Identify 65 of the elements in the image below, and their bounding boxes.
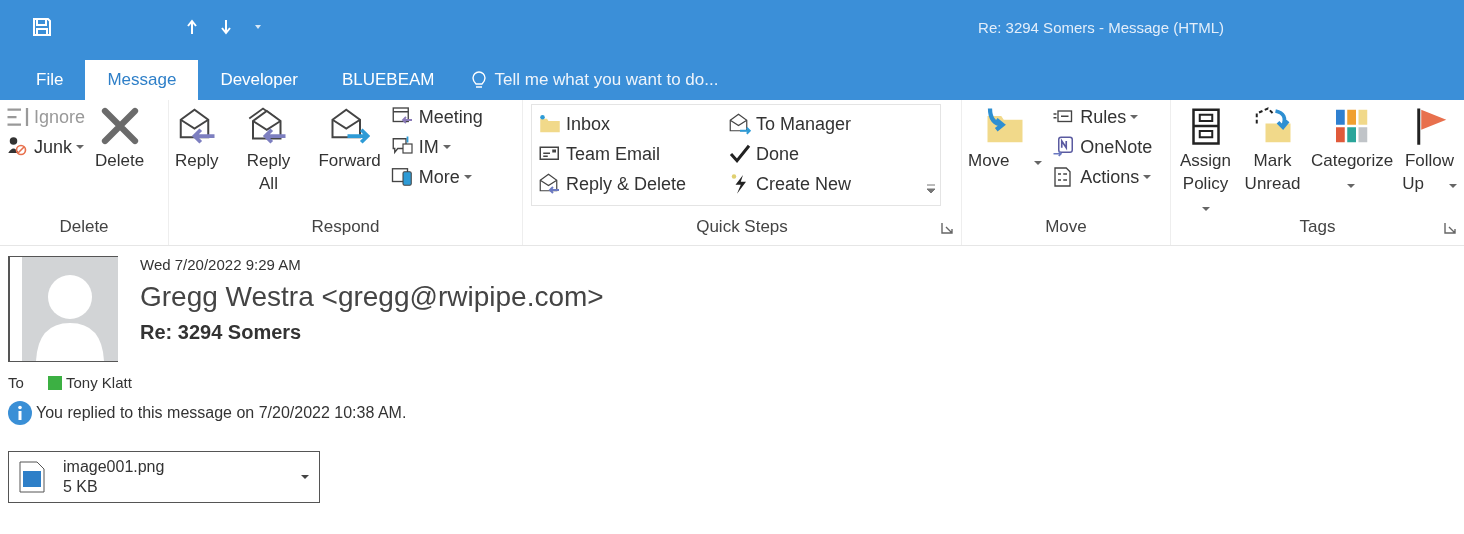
save-icon[interactable] <box>32 17 52 37</box>
caret-icon <box>1143 174 1152 180</box>
quick-step[interactable]: Reply & Delete <box>536 169 726 199</box>
envelope-arrow-icon <box>728 112 752 136</box>
caret-icon <box>1130 114 1139 120</box>
quick-step[interactable]: Done <box>726 139 926 169</box>
tell-me-field[interactable]: Tell me what you want to do... <box>492 69 797 91</box>
sender: Gregg Westra <gregg@rwipipe.com> <box>140 281 604 313</box>
caret-icon <box>1347 182 1355 189</box>
ribbon-button[interactable]: Move <box>966 104 1045 175</box>
caret-icon <box>1201 205 1210 212</box>
ribbon-button[interactable]: Actions <box>1050 164 1155 190</box>
attachment[interactable]: image001.png 5 KB <box>8 451 320 503</box>
ribbon-button[interactable]: Forward <box>316 104 383 175</box>
message-subject: Re: 3294 Somers <box>140 321 303 344</box>
quick-step[interactable]: To Manager <box>726 109 926 139</box>
ribbon-button[interactable]: Assign Policy <box>1175 104 1236 221</box>
arrow-down-icon[interactable] <box>220 19 232 35</box>
group-label: Move <box>1045 217 1087 237</box>
dialog-launcher-icon[interactable] <box>941 222 953 234</box>
envelopes-arrow-icon <box>248 106 289 146</box>
group-label: Quick Steps <box>696 217 788 237</box>
gallery-expand-icon[interactable] <box>926 181 936 195</box>
delete-icon <box>99 106 140 146</box>
attachment-size: 5 KB <box>63 478 99 496</box>
message-date: Wed 7/20/2022 9:29 AM <box>140 256 302 273</box>
ribbon-button[interactable]: Delete <box>93 104 147 175</box>
quick-step[interactable]: Inbox <box>536 109 726 139</box>
dialog-launcher-icon[interactable] <box>1444 222 1456 234</box>
ribbon-button[interactable]: More <box>388 164 485 190</box>
group-label: Tags <box>1299 217 1336 237</box>
group-label: Respond <box>311 217 380 237</box>
quick-step[interactable]: Create New <box>726 169 926 199</box>
envelope-arrow-icon <box>329 106 370 146</box>
caret-icon <box>463 174 472 180</box>
recipient[interactable]: Tony Klatt <box>66 374 132 391</box>
ribbon-tab[interactable]: Message <box>85 60 199 100</box>
to-label: To <box>8 374 25 391</box>
caret-icon <box>1448 182 1457 189</box>
caret-icon <box>1034 160 1043 166</box>
info-icon <box>8 401 32 425</box>
ribbon-button[interactable]: Junk <box>4 134 88 160</box>
image-file-icon <box>19 461 45 493</box>
quick-step[interactable]: Team Email <box>536 139 726 169</box>
reply-notice: You replied to this message on 7/20/2022 10:38 AM. <box>36 404 407 422</box>
ribbon-button[interactable]: Reply All <box>226 104 311 198</box>
ribbon-button[interactable]: Meeting <box>388 104 485 130</box>
caret-icon[interactable] <box>301 474 309 480</box>
ribbon-button[interactable]: Mark Unread <box>1242 104 1303 198</box>
caret-icon <box>442 144 451 150</box>
lightbulb-icon <box>472 71 487 89</box>
ribbon-button[interactable]: Rules <box>1050 104 1155 130</box>
phone-window-icon <box>390 165 415 189</box>
ribbon-button[interactable]: OneNote <box>1050 134 1155 160</box>
ribbon-button[interactable]: Reply <box>173 104 221 175</box>
attachment-name: image001.png <box>63 458 165 476</box>
group-label: Delete <box>59 217 109 237</box>
ribbon-button[interactable]: Follow Up <box>1399 104 1460 198</box>
customize-caret-icon[interactable] <box>254 23 262 31</box>
arrow-up-icon[interactable] <box>186 19 198 35</box>
ribbon-button[interactable]: Categorize <box>1309 104 1393 198</box>
ribbon-button[interactable]: IM <box>388 134 485 160</box>
caret-icon <box>76 144 85 150</box>
window-title: Re: 3294 Somers - Message (HTML) <box>978 18 1224 36</box>
envelope-arrow-icon <box>538 172 562 196</box>
